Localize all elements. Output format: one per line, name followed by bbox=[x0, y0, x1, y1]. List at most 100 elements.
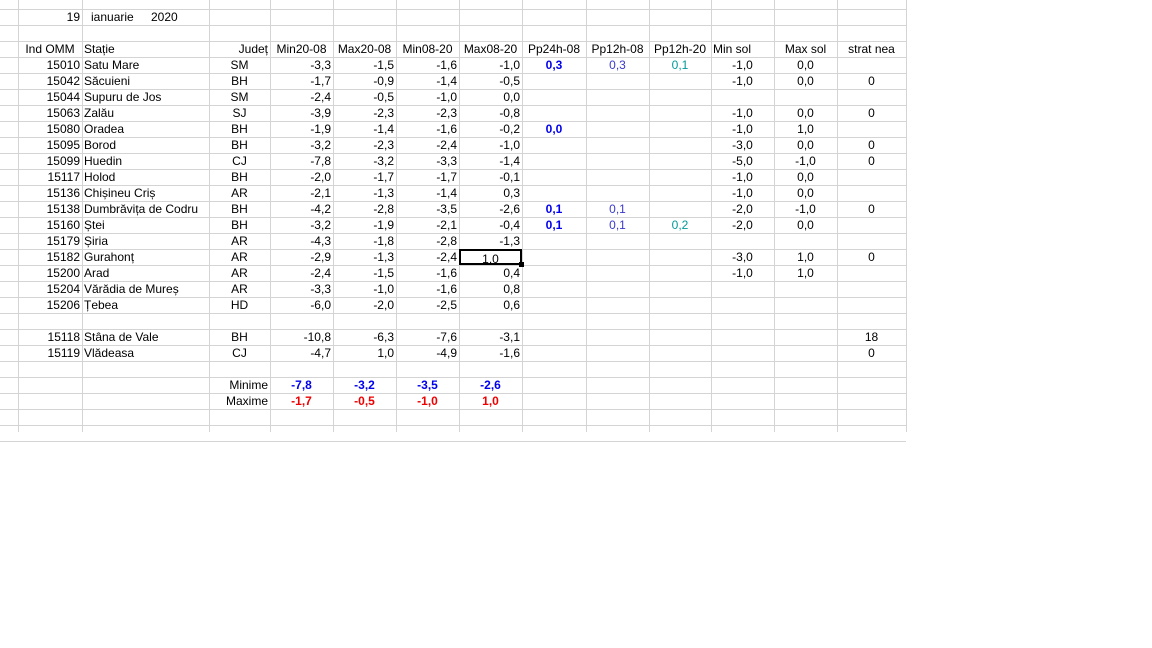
cell-statie[interactable]: Zalău bbox=[82, 105, 219, 121]
cell-max20-08[interactable]: -1,7 bbox=[333, 169, 396, 185]
summary-max-min20-08[interactable]: -1,7 bbox=[270, 393, 333, 409]
cell-max-sol[interactable]: -1,0 bbox=[774, 153, 837, 169]
cell-min-sol[interactable]: -3,0 bbox=[711, 137, 774, 153]
cell-min08-20[interactable]: -1,4 bbox=[396, 73, 459, 89]
cell-statie[interactable]: Holod bbox=[82, 169, 219, 185]
cell-statie[interactable]: Borod bbox=[82, 137, 219, 153]
cell-ind-omm[interactable]: 15204 bbox=[18, 281, 82, 297]
cell-judet[interactable]: BH bbox=[209, 217, 270, 233]
cell-min20-08[interactable]: -1,9 bbox=[270, 121, 333, 137]
column-header-pp24h-08[interactable]: Pp24h-08 bbox=[522, 41, 586, 57]
column-header-judet[interactable]: Județ bbox=[209, 41, 270, 57]
cell-max08-20[interactable]: 0,0 bbox=[459, 89, 522, 105]
column-header-ind-omm[interactable]: Ind OMM bbox=[18, 41, 82, 57]
cell-judet[interactable]: BH bbox=[209, 201, 270, 217]
cell-statie[interactable]: Vărădia de Mureș bbox=[82, 281, 219, 297]
cell-max08-20[interactable]: -3,1 bbox=[459, 329, 522, 345]
cell-max08-20[interactable]: -1,3 bbox=[459, 233, 522, 249]
cell-ind-omm[interactable]: 15182 bbox=[18, 249, 82, 265]
cell-max08-20[interactable]: -1,4 bbox=[459, 153, 522, 169]
cell-strat-nea[interactable]: 18 bbox=[837, 329, 906, 345]
cell-min08-20[interactable]: -3,5 bbox=[396, 201, 459, 217]
cell-min20-08[interactable]: -1,7 bbox=[270, 73, 333, 89]
cell-statie[interactable]: Șiria bbox=[82, 233, 219, 249]
cell-ind-omm[interactable]: 15080 bbox=[18, 121, 82, 137]
cell-judet[interactable]: AR bbox=[209, 185, 270, 201]
cell-statie[interactable]: Dumbrăvița de Codru bbox=[82, 201, 219, 217]
cell-min08-20[interactable]: -4,9 bbox=[396, 345, 459, 361]
cell-min-sol[interactable]: -1,0 bbox=[711, 57, 774, 73]
cell-min08-20[interactable]: -2,5 bbox=[396, 297, 459, 313]
cell-judet[interactable]: BH bbox=[209, 329, 270, 345]
cell-statie[interactable]: Arad bbox=[82, 265, 219, 281]
summary-min-label[interactable]: Minime bbox=[209, 377, 270, 393]
cell-ind-omm[interactable]: 15179 bbox=[18, 233, 82, 249]
cell-min-sol[interactable]: -1,0 bbox=[711, 265, 774, 281]
cell-max20-08[interactable]: -2,3 bbox=[333, 105, 396, 121]
cell-min20-08[interactable]: -2,0 bbox=[270, 169, 333, 185]
cell-ind-omm[interactable]: 15042 bbox=[18, 73, 82, 89]
cell-max08-20[interactable]: -0,1 bbox=[459, 169, 522, 185]
cell-min-sol[interactable]: -1,0 bbox=[711, 169, 774, 185]
cell-max-sol[interactable]: 0,0 bbox=[774, 169, 837, 185]
spreadsheet-grid[interactable]: 19 ianuarie 2020 Ind OMM Stație Județ Min20… bbox=[0, 0, 907, 442]
cell-judet[interactable]: AR bbox=[209, 281, 270, 297]
summary-min-min20-08[interactable]: -7,8 bbox=[270, 377, 333, 393]
cell-min20-08[interactable]: -2,4 bbox=[270, 265, 333, 281]
cell-ind-omm[interactable]: 15010 bbox=[18, 57, 82, 73]
cell-max20-08[interactable]: -2,3 bbox=[333, 137, 396, 153]
cell-strat-nea[interactable]: 0 bbox=[837, 153, 906, 169]
cell-min-sol[interactable]: -1,0 bbox=[711, 185, 774, 201]
cell-min-sol[interactable]: -3,0 bbox=[711, 249, 774, 265]
cell-max08-20[interactable]: -0,8 bbox=[459, 105, 522, 121]
cell-judet[interactable]: BH bbox=[209, 137, 270, 153]
cell-judet[interactable]: AR bbox=[209, 265, 270, 281]
cell-max08-20[interactable]: -0,4 bbox=[459, 217, 522, 233]
cell-statie[interactable]: Chișineu Criș bbox=[82, 185, 219, 201]
cell-min08-20[interactable]: -1,0 bbox=[396, 89, 459, 105]
column-header-pp12h-08[interactable]: Pp12h-08 bbox=[586, 41, 649, 57]
cell-min08-20[interactable]: -1,6 bbox=[396, 57, 459, 73]
cell-max08-20[interactable]: 0,3 bbox=[459, 185, 522, 201]
cell-max20-08[interactable]: -1,9 bbox=[333, 217, 396, 233]
cell-min08-20[interactable]: -1,7 bbox=[396, 169, 459, 185]
cell-max20-08[interactable]: -1,8 bbox=[333, 233, 396, 249]
cell-max20-08[interactable]: -0,9 bbox=[333, 73, 396, 89]
cell-min08-20[interactable]: -2,4 bbox=[396, 137, 459, 153]
cell-pp12h-20[interactable]: 0,2 bbox=[649, 217, 711, 233]
cell-pp24h-08[interactable]: 0,3 bbox=[522, 57, 586, 73]
cell-pp24h-08[interactable]: 0,1 bbox=[522, 217, 586, 233]
cell-min-sol[interactable]: -1,0 bbox=[711, 105, 774, 121]
column-header-max20-08[interactable]: Max20-08 bbox=[333, 41, 396, 57]
cell-min20-08[interactable]: -3,9 bbox=[270, 105, 333, 121]
cell-max20-08[interactable]: -1,0 bbox=[333, 281, 396, 297]
cell-max08-20[interactable]: 0,6 bbox=[459, 297, 522, 313]
cell-min08-20[interactable]: -1,4 bbox=[396, 185, 459, 201]
column-header-min20-08[interactable]: Min20-08 bbox=[270, 41, 333, 57]
cell-judet[interactable]: AR bbox=[209, 249, 270, 265]
cell-statie[interactable]: Satu Mare bbox=[82, 57, 219, 73]
cell-min20-08[interactable]: -6,0 bbox=[270, 297, 333, 313]
cell-min20-08[interactable]: -2,1 bbox=[270, 185, 333, 201]
cell-min20-08[interactable]: -7,8 bbox=[270, 153, 333, 169]
cell-pp12h-08[interactable]: 0,1 bbox=[586, 201, 649, 217]
cell-min20-08[interactable]: -2,4 bbox=[270, 89, 333, 105]
cell-min08-20[interactable]: -1,6 bbox=[396, 121, 459, 137]
cell-min08-20[interactable]: -3,3 bbox=[396, 153, 459, 169]
cell-max08-20[interactable]: 0,8 bbox=[459, 281, 522, 297]
cell-ind-omm[interactable]: 15095 bbox=[18, 137, 82, 153]
cell-ind-omm[interactable]: 15099 bbox=[18, 153, 82, 169]
column-header-statie[interactable]: Stație bbox=[82, 41, 209, 57]
column-header-max-sol[interactable]: Max sol bbox=[774, 41, 837, 57]
cell-strat-nea[interactable]: 0 bbox=[837, 201, 906, 217]
cell-max20-08[interactable]: -2,0 bbox=[333, 297, 396, 313]
cell-max08-20[interactable]: -1,0 bbox=[459, 57, 522, 73]
cell-statie[interactable]: Gurahonț bbox=[82, 249, 219, 265]
cell-statie[interactable]: Huedin bbox=[82, 153, 219, 169]
date-year[interactable]: 2020 bbox=[149, 9, 209, 25]
cell-max-sol[interactable]: -1,0 bbox=[774, 201, 837, 217]
cell-min20-08[interactable]: -3,2 bbox=[270, 137, 333, 153]
cell-statie[interactable]: Supuru de Jos bbox=[82, 89, 219, 105]
cell-max-sol[interactable]: 0,0 bbox=[774, 57, 837, 73]
cell-strat-nea[interactable]: 0 bbox=[837, 345, 906, 361]
